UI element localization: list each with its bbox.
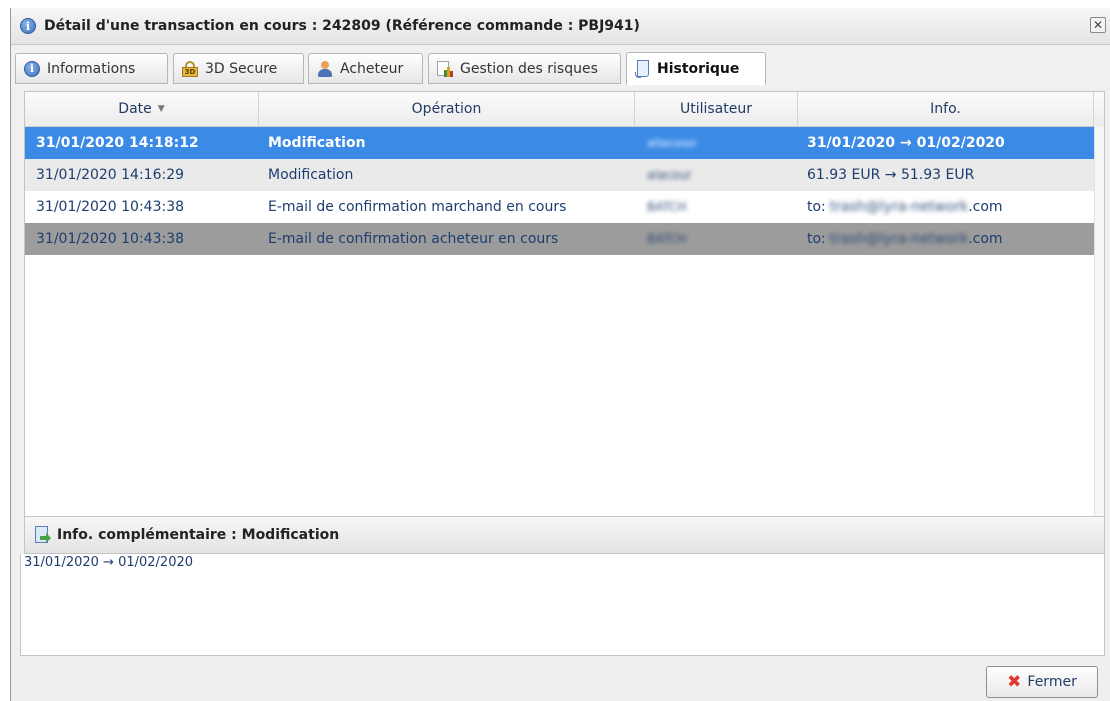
cell-info: to: trash@lyra-network .com [807,199,1003,215]
tab-label: Historique [657,60,740,77]
cell-date: 31/01/2020 14:18:12 [36,135,199,151]
cell-date: 31/01/2020 14:16:29 [36,167,185,183]
grid-header: Date ▼ Opération Utilisateur Info. [25,92,1104,127]
info-icon: i [20,18,36,34]
redacted-email: trash@lyra-network [829,199,969,215]
close-icon: ✖ [1007,671,1022,692]
table-row[interactable]: 31/01/2020 10:43:38 E-mail de confirmati… [25,191,1094,223]
cell-user: alacour [647,136,698,150]
close-icon[interactable]: ✕ [1090,17,1106,33]
fermer-label: Fermer [1027,674,1077,690]
user-icon [317,60,333,77]
tab-3d-secure[interactable]: 3D 3D Secure [173,53,304,84]
extra-info-header: Info. complémentaire : Modification [24,516,1105,554]
cell-operation: E-mail de confirmation acheteur en cours [268,231,559,247]
dialog-title: Détail d'une transaction en cours : 2428… [44,18,640,34]
chart-icon [437,60,453,77]
column-header-info[interactable]: Info. [798,92,1094,126]
document-icon [635,59,650,78]
table-row[interactable]: 31/01/2020 14:18:12 Modification alacour… [25,127,1094,159]
column-header-date[interactable]: Date ▼ [25,92,259,126]
cell-user: alacour [647,168,692,182]
cell-operation: Modification [268,135,366,151]
tab-acheteur[interactable]: Acheteur [308,53,423,84]
cell-user: BATCH [647,232,687,246]
lock-icon: 3D [182,60,198,77]
fermer-button[interactable]: ✖ Fermer [986,666,1098,698]
tab-label: 3D Secure [205,60,278,77]
cell-date: 31/01/2020 10:43:38 [36,199,185,215]
tab-label: Gestion des risques [460,60,598,77]
cell-info: to: trash@lyra-network .com [807,231,1003,247]
tab-bar: i Informations 3D 3D Secure Acheteur Ges… [11,44,1110,92]
cell-user: BATCH [647,200,687,214]
extra-info-panel: 31/01/2020 → 01/02/2020 [20,554,1105,656]
table-row[interactable]: 31/01/2020 10:43:38 E-mail de confirmati… [25,223,1094,255]
extra-info-title: Info. complémentaire : Modification [57,527,340,543]
cell-info: 61.93 EUR → 51.93 EUR [807,167,975,183]
table-row[interactable]: 31/01/2020 14:16:29 Modification alacour… [25,159,1094,191]
tab-gestion-des-risques[interactable]: Gestion des risques [428,53,621,84]
column-header-operation[interactable]: Opération [259,92,635,126]
info-icon: i [24,60,40,77]
grid-scroll-gutter [1094,126,1104,517]
history-grid: Date ▼ Opération Utilisateur Info. 31/01… [24,91,1105,518]
dialog-footer: ✖ Fermer [11,656,1110,701]
document-arrow-icon [33,526,51,544]
tab-label: Acheteur [340,60,404,77]
redacted-email: trash@lyra-network [829,231,969,247]
column-header-utilisateur[interactable]: Utilisateur [635,92,798,126]
cell-date: 31/01/2020 10:43:38 [36,231,185,247]
cell-operation: E-mail de confirmation marchand en cours [268,199,567,215]
sort-down-icon: ▼ [157,104,165,114]
transaction-detail-dialog: i Détail d'une transaction en cours : 24… [10,8,1110,701]
cell-info: 31/01/2020 → 01/02/2020 [807,135,1005,151]
tab-informations[interactable]: i Informations [15,53,168,84]
extra-info-content: 31/01/2020 → 01/02/2020 [24,555,194,570]
title-bar[interactable]: i Détail d'une transaction en cours : 24… [11,8,1110,45]
cell-operation: Modification [268,167,354,183]
tab-label: Informations [47,60,136,77]
tab-historique[interactable]: Historique [626,52,766,85]
